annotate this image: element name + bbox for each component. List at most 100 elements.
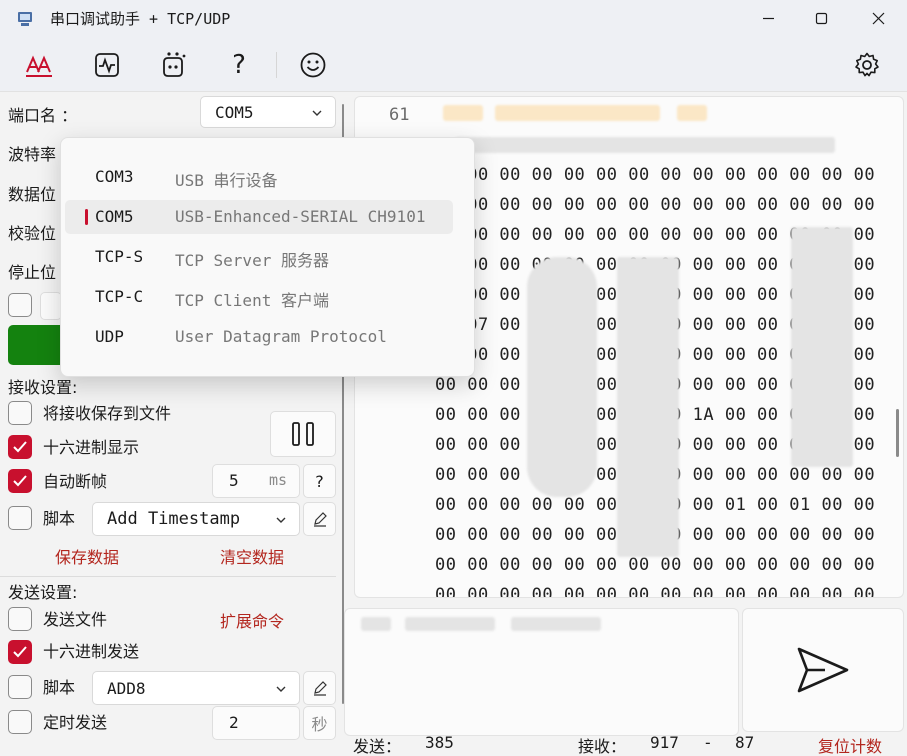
dropdown-item-tcp-s[interactable]: TCP-S TCP Server 服务器 — [65, 240, 453, 274]
recv-script-value: Add Timestamp — [107, 509, 241, 529]
dropdown-item-udp[interactable]: UDP User Datagram Protocol — [65, 320, 453, 354]
send-script-select[interactable]: ADD8 — [92, 671, 300, 705]
blur-block — [677, 105, 707, 121]
recv-script-edit-button[interactable] — [303, 502, 336, 536]
blur-block — [405, 617, 495, 631]
pen-icon — [313, 512, 327, 527]
close-button[interactable] — [855, 0, 901, 36]
recv-count: 917 — [650, 733, 679, 752]
dropdown-item-name: TCP-S — [95, 247, 144, 266]
checkmark-icon — [13, 475, 27, 487]
dropdown-item-name: COM5 — [95, 207, 134, 226]
auto-frame-checkbox[interactable] — [8, 469, 32, 493]
auto-frame-input[interactable]: 5 ms — [212, 464, 300, 498]
send-button[interactable] — [742, 608, 904, 732]
receive-scrollbar[interactable] — [896, 409, 899, 457]
rts-field[interactable] — [40, 292, 62, 320]
hex-send-checkbox[interactable] — [8, 640, 32, 664]
stop-bits-label: 停止位 — [8, 263, 57, 282]
help-button[interactable]: ? — [224, 50, 254, 80]
recv-count-secondary: 87 — [735, 733, 755, 752]
send-script-value: ADD8 — [107, 678, 146, 698]
baud-label: 波特率 — [8, 145, 57, 164]
minimize-icon — [762, 17, 774, 19]
dropdown-item-com5[interactable]: COM5 USB-Enhanced-SERIAL CH9101 — [65, 200, 453, 234]
dropdown-item-name: TCP-C — [95, 287, 144, 306]
reset-count-link[interactable]: 复位计数 — [818, 733, 882, 756]
blur-block — [361, 617, 391, 631]
chevron-down-icon — [276, 517, 286, 523]
recv-script-select[interactable]: Add Timestamp — [92, 502, 300, 536]
minimize-button[interactable] — [745, 0, 791, 36]
save-data-link[interactable]: 保存数据 — [55, 544, 119, 568]
help-icon: ? — [315, 471, 324, 491]
toolbar: ? — [0, 36, 907, 92]
hex-row: 00 00 00 00 00 00 00 00 00 00 00 00 00 0… — [435, 585, 876, 598]
settings-button[interactable] — [852, 50, 882, 80]
sent-count: 385 — [425, 733, 454, 752]
dropdown-item-desc: TCP Server 服务器 — [175, 251, 329, 270]
timed-send-unit: 秒 — [303, 706, 336, 740]
send-file-checkbox[interactable] — [8, 607, 32, 631]
save-to-file-checkbox[interactable] — [8, 401, 32, 425]
title-bar: 串口调试助手 + TCP/UDP — [0, 0, 907, 36]
font-button[interactable] — [24, 50, 54, 80]
send-script-checkbox[interactable] — [8, 675, 32, 699]
help-icon: ? — [232, 50, 246, 80]
line-number: 61 — [389, 105, 410, 125]
maximize-button[interactable] — [798, 0, 844, 36]
blur-block — [495, 105, 660, 121]
send-script-edit-button[interactable] — [303, 671, 336, 705]
waveform-button[interactable] — [92, 50, 122, 80]
auto-frame-value: 5 — [229, 471, 239, 490]
smiley-icon — [300, 52, 326, 78]
blur-block — [527, 257, 597, 497]
send-file-label: 发送文件 — [43, 610, 108, 629]
auto-frame-label: 自动断帧 — [43, 472, 108, 491]
dropdown-item-name: UDP — [95, 327, 124, 346]
app-icon — [18, 12, 32, 26]
dropdown-item-desc: USB 串行设备 — [175, 171, 278, 190]
dropdown-item-desc: User Datagram Protocol — [175, 327, 387, 346]
hex-row: 00 00 00 00 00 00 00 00 00 00 00 00 00 0… — [435, 165, 876, 185]
hex-row: 00 00 00 00 00 00 00 00 00 00 00 00 00 0… — [435, 555, 876, 575]
smiley-button[interactable] — [298, 50, 328, 80]
recv-script-label: 脚本 — [43, 509, 76, 528]
dropdown-item-tcp-c[interactable]: TCP-C TCP Client 客户端 — [65, 280, 453, 314]
selected-marker — [85, 209, 88, 225]
window-title: 串口调试助手 + TCP/UDP — [50, 10, 231, 28]
dropdown-item-com3[interactable]: COM3 USB 串行设备 — [65, 160, 453, 194]
clear-data-link[interactable]: 清空数据 — [220, 544, 284, 568]
open-port-button[interactable] — [8, 325, 68, 365]
chevron-down-icon — [276, 686, 286, 692]
plugin-icon — [163, 52, 186, 77]
recv-label: 接收： — [578, 737, 627, 756]
close-icon — [872, 12, 884, 24]
auto-frame-help-button[interactable]: ? — [303, 464, 336, 498]
timed-send-value: 2 — [229, 713, 239, 732]
font-icon — [26, 55, 52, 77]
extend-command-link[interactable]: 扩展命令 — [220, 608, 284, 632]
save-to-file-label: 将接收保存到文件 — [43, 404, 172, 423]
pause-button[interactable] — [270, 411, 336, 457]
checkmark-icon — [13, 441, 27, 453]
port-dropdown-menu: COM3 USB 串行设备 COM5 USB-Enhanced-SERIAL C… — [60, 137, 475, 377]
maximize-icon — [815, 12, 827, 24]
send-icon — [797, 647, 849, 693]
recv-script-checkbox[interactable] — [8, 506, 32, 530]
send-script-label: 脚本 — [43, 678, 76, 697]
pause-icon — [292, 422, 314, 446]
send-input-area[interactable] — [344, 608, 739, 736]
timed-send-checkbox[interactable] — [8, 710, 32, 734]
hex-send-label: 十六进制发送 — [43, 642, 140, 661]
rts-checkbox[interactable] — [8, 293, 32, 317]
port-select[interactable]: COM5 — [200, 96, 336, 128]
plugin-button[interactable] — [158, 50, 188, 80]
timed-send-label: 定时发送 — [43, 713, 108, 732]
recv-section-title: 接收设置: — [8, 378, 78, 397]
parity-label: 校验位 — [8, 224, 57, 243]
timed-send-input[interactable]: 2 — [212, 706, 300, 740]
blur-block — [617, 257, 679, 557]
settings-icon — [855, 52, 879, 77]
hex-display-checkbox[interactable] — [8, 435, 32, 459]
